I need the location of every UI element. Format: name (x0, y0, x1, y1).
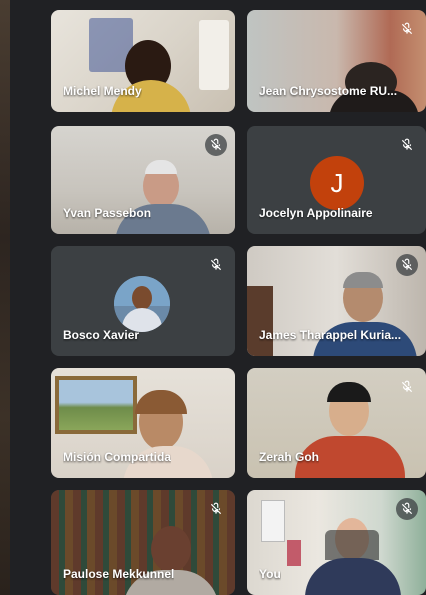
mic-off-icon (396, 18, 418, 40)
participant-name: Paulose Mekkunnel (63, 567, 175, 581)
mic-off-icon (396, 134, 418, 156)
participant-tile[interactable]: Misión Compartida (51, 368, 235, 478)
participant-name: Bosco Xavier (63, 328, 140, 342)
participant-grid: Michel Mendy Jean Chrysostome RU... Yvan… (42, 0, 426, 595)
participant-tile[interactable]: Bosco Xavier (51, 246, 235, 356)
mic-off-icon (396, 254, 418, 276)
avatar (114, 276, 170, 332)
side-gutter (10, 0, 42, 595)
mic-off-icon (205, 498, 227, 520)
participant-name: Michel Mendy (63, 84, 142, 98)
participant-tile[interactable]: You (247, 490, 426, 595)
mic-off-icon (205, 254, 227, 276)
mic-off-icon (205, 134, 227, 156)
mic-off-icon (396, 376, 418, 398)
mic-off-icon (396, 498, 418, 520)
avatar: J (310, 156, 364, 210)
participant-tile[interactable]: Paulose Mekkunnel (51, 490, 235, 595)
participant-name: Zerah Goh (259, 450, 320, 464)
participant-tile[interactable]: Zerah Goh (247, 368, 426, 478)
participant-tile[interactable]: J Jocelyn Appolinaire (247, 126, 426, 234)
participant-name: Jean Chrysostome RU... (259, 84, 398, 98)
background-photo-edge (0, 0, 10, 595)
participant-name: Misión Compartida (63, 450, 172, 464)
participant-tile[interactable]: Yvan Passebon (51, 126, 235, 234)
participant-name: Jocelyn Appolinaire (259, 206, 373, 220)
participant-tile[interactable]: Jean Chrysostome RU... (247, 10, 426, 112)
participant-name: James Tharappel Kuria... (259, 328, 402, 342)
participant-name: Yvan Passebon (63, 206, 152, 220)
participant-tile[interactable]: Michel Mendy (51, 10, 235, 112)
participant-tile[interactable]: James Tharappel Kuria... (247, 246, 426, 356)
participant-name: You (259, 567, 281, 581)
